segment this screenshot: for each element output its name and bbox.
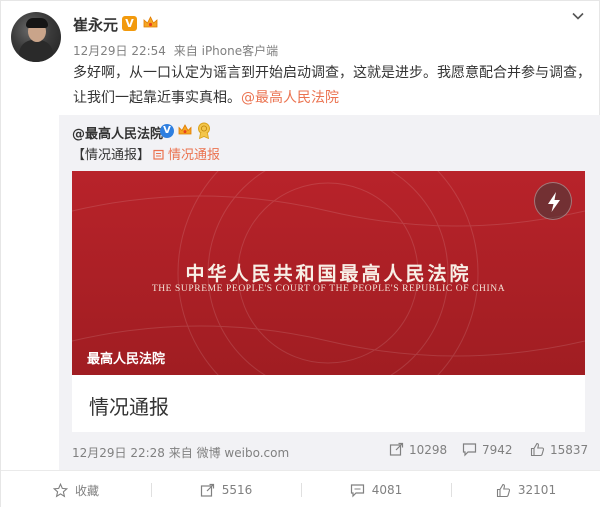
repost-source[interactable]: 微博 weibo.com <box>197 446 290 460</box>
repost-tag: 【情况通报】 <box>72 148 151 163</box>
flash-icon <box>548 192 560 212</box>
repost-time[interactable]: 12月29日 22:28 <box>72 446 165 460</box>
like-button[interactable]: 32101 <box>451 471 600 507</box>
repost-link-label: 情况通报 <box>168 148 221 163</box>
repost-comment-link[interactable]: 7942 <box>462 442 513 457</box>
verified-v-icon: V <box>160 124 174 138</box>
repost-link[interactable]: 情况通报 <box>153 144 220 163</box>
repost-reposts: 10298 <box>409 443 448 457</box>
comment-button[interactable]: 4081 <box>301 471 451 507</box>
post-time[interactable]: 12月29日 22:54 <box>73 44 166 58</box>
repost-button[interactable]: 5516 <box>151 471 301 507</box>
post-source-prefix: 来自 <box>173 44 198 58</box>
post-username[interactable]: 崔永元 <box>73 14 118 35</box>
crown-icon <box>178 124 192 135</box>
like-count: 32101 <box>517 483 557 497</box>
repost-icon <box>200 483 214 497</box>
article-card[interactable]: 中华人民共和国最高人民法院 THE SUPREME PEOPLE'S COURT… <box>72 171 585 432</box>
article-banner: 中华人民共和国最高人民法院 THE SUPREME PEOPLE'S COURT… <box>72 171 585 375</box>
repost-count-link[interactable]: 10298 <box>389 442 447 457</box>
favorite-button[interactable]: 收藏 <box>1 471 151 507</box>
banner-title-en: THE SUPREME PEOPLE'S COURT OF THE PEOPLE… <box>151 284 506 294</box>
action-bar: 收藏 5516 4081 32101 <box>1 470 600 507</box>
flash-button[interactable] <box>534 182 572 220</box>
repost-comments: 7942 <box>482 443 513 457</box>
banner-title-cn: 中华人民共和国最高人民法院 <box>185 263 472 285</box>
medal-icon <box>198 122 210 139</box>
repost-likes: 15837 <box>550 443 589 457</box>
link-icon <box>153 149 164 160</box>
repost-username[interactable]: @最高人民法院 <box>72 123 163 142</box>
banner-source: 最高人民法院 <box>87 352 166 367</box>
post-meta: 12月29日 22:54 来自 iPhone客户端 <box>73 42 278 59</box>
post-text: 多好啊，从一口认定为谣言到开始启动调查，这就是进步。我愿意配合并参与调查，让我们… <box>73 61 593 111</box>
favorite-label: 收藏 <box>74 483 99 498</box>
verified-v-icon: V <box>122 16 137 31</box>
crown-icon <box>143 16 158 28</box>
weibo-post: 崔永元 V 12月29日 22:54 来自 iPhone客户端 多好啊，从一口认… <box>0 0 600 507</box>
like-icon <box>496 483 510 497</box>
repost-icon <box>389 442 404 456</box>
comment-icon <box>462 443 477 457</box>
post-source[interactable]: iPhone客户端 <box>202 44 279 58</box>
comment-icon <box>350 483 364 497</box>
comment-count: 4081 <box>371 483 403 497</box>
repost-like-link[interactable]: 15837 <box>530 442 588 457</box>
like-icon <box>530 442 545 457</box>
article-title[interactable]: 情况通报 <box>89 391 169 420</box>
mention-link[interactable]: @最高人民法院 <box>241 90 339 106</box>
chevron-down-icon[interactable] <box>571 9 585 23</box>
avatar[interactable] <box>11 12 61 62</box>
repost-source-prefix: 来自 <box>168 446 193 460</box>
repost-count: 5516 <box>221 483 253 497</box>
star-icon <box>52 482 68 497</box>
repost-meta: 12月29日 22:28 来自 微博 weibo.com <box>72 444 289 461</box>
